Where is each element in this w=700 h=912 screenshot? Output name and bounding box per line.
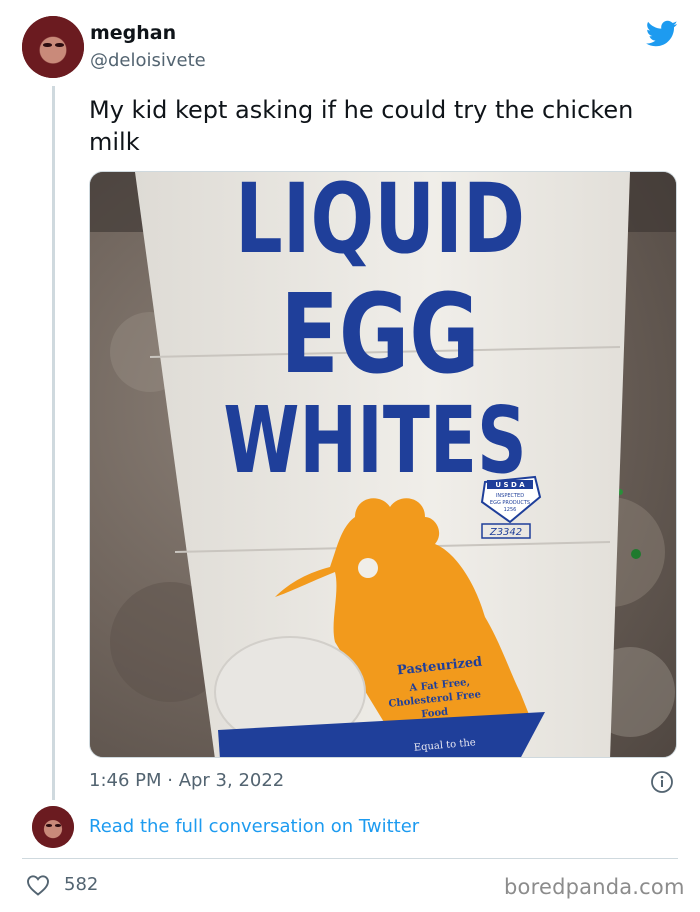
tweet-timestamp[interactable]: 1:46 PM · Apr 3, 2022 [89, 770, 284, 791]
product-code: Z3342 [489, 527, 522, 538]
egg-carton-image: LIQUID EGG WHITES U S D A INSPECTED EGG … [90, 172, 676, 757]
carton-line-1: LIQUID [235, 172, 525, 275]
tweet-photo[interactable]: LIQUID EGG WHITES U S D A INSPECTED EGG … [89, 171, 677, 758]
twitter-bird-icon[interactable] [646, 20, 678, 48]
like-count[interactable]: 582 [64, 874, 98, 895]
usda-label: U S D A [495, 481, 525, 489]
usda-line: EGG PRODUCTS [490, 500, 530, 506]
divider [22, 858, 678, 859]
watermark: boredpanda.com [504, 875, 685, 899]
usda-line: INSPECTED [496, 493, 524, 499]
info-icon[interactable] [650, 770, 674, 794]
reply-avatar[interactable] [32, 806, 74, 848]
carton-line-3: WHITES [223, 388, 526, 494]
read-conversation-link[interactable]: Read the full conversation on Twitter [89, 816, 419, 837]
user-handle[interactable]: @deloisivete [90, 50, 206, 71]
usda-line: 1256 [504, 507, 517, 513]
carton-line-2: EGG [280, 271, 479, 399]
thread-line [52, 86, 55, 800]
display-name[interactable]: meghan [90, 22, 176, 44]
tweet-text: My kid kept asking if he could try the c… [89, 96, 634, 156]
heart-icon[interactable] [26, 874, 50, 896]
avatar[interactable] [22, 16, 84, 78]
